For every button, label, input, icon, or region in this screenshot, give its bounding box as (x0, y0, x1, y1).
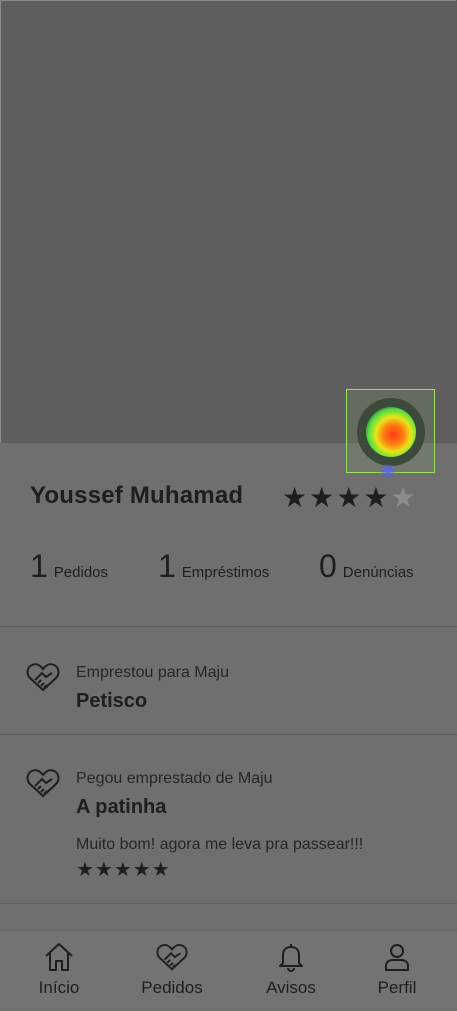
nav-label: Pedidos (141, 978, 203, 997)
handshake-heart-icon (26, 663, 60, 692)
activity-item[interactable]: Emprestou para Maju Petisco (0, 627, 457, 734)
nav-avisos[interactable]: Avisos (241, 931, 341, 1011)
stat-value: 0 (319, 548, 337, 584)
nav-inicio[interactable]: Início (9, 931, 109, 1011)
stat-label: Pedidos (53, 564, 109, 581)
nav-label: Perfil (377, 978, 417, 997)
stat-emprestimos: 1 Empréstimos (158, 548, 269, 585)
activity-item[interactable]: Pegou emprestado de Maju A patinha Muito… (0, 735, 457, 903)
cover-border (0, 0, 456, 443)
stat-value: 1 (158, 548, 176, 584)
bell-icon (279, 944, 303, 973)
activity-subtitle: Emprestou para Maju (76, 664, 229, 681)
profile-rating-stars: ★★★★★ (282, 482, 418, 514)
avatar-heatmap-trace (380, 464, 396, 478)
stat-pedidos: 1 Pedidos (30, 548, 108, 585)
bottom-navigation: Início Pedidos Avisos Perfil (0, 930, 457, 1010)
activity-title: Petisco (76, 690, 148, 712)
handshake-heart-icon (26, 769, 60, 798)
stat-label: Denúncias (342, 564, 414, 581)
user-icon (385, 944, 409, 971)
nav-label: Início (38, 978, 80, 997)
star-empty-icon: ★ (390, 482, 418, 513)
nav-pedidos[interactable]: Pedidos (122, 931, 222, 1011)
stat-denuncias: 0 Denúncias (319, 548, 414, 585)
stat-label: Empréstimos (181, 564, 270, 581)
avatar-heatmap (366, 407, 416, 457)
star-icon: ★ (282, 482, 310, 513)
review-comment: Muito bom! agora me leva pra passear!!! (76, 836, 364, 853)
nav-label: Avisos (266, 978, 316, 997)
activity-subtitle: Pegou emprestado de Maju (76, 770, 273, 787)
divider (0, 903, 457, 904)
nav-perfil[interactable]: Perfil (347, 931, 447, 1011)
home-icon (45, 943, 73, 971)
review-stars: ★★★★★ (76, 859, 171, 881)
handshake-heart-icon (156, 944, 188, 971)
stat-value: 1 (30, 548, 48, 584)
star-icon: ★ (363, 482, 391, 513)
profile-name: Youssef Muhamad (30, 482, 244, 509)
activity-title: A patinha (76, 796, 167, 818)
star-icon: ★ (309, 482, 337, 513)
star-icon: ★ (336, 482, 364, 513)
